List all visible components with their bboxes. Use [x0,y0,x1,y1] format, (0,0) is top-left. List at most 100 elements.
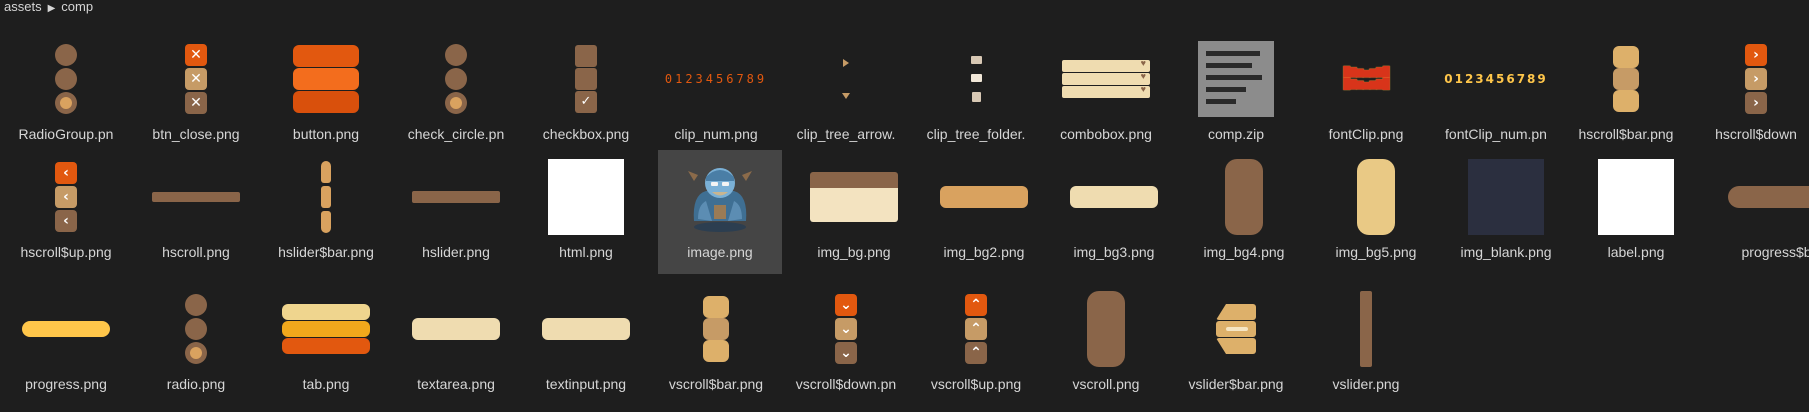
textinput-icon [524,282,648,376]
textarea-icon [394,282,518,376]
file-item[interactable]: vslider$bar.png [1174,282,1298,406]
file-item[interactable]: textarea.png [394,282,518,406]
file-item[interactable]: button.png [264,32,388,156]
scroll-up-icon: ⌃ ⌃ ⌃ [914,282,1038,376]
file-name: hscroll$bar.png [1578,126,1674,142]
file-item[interactable]: vscroll$bar.png [654,282,778,406]
progress-icon [4,282,128,376]
breadcrumb: assets ▶ comp [4,0,93,16]
file-item[interactable]: hscroll.png [134,150,258,274]
file-item[interactable]: hslider$bar.png [264,150,388,274]
scrollbar-icon [1564,32,1688,126]
font-clip-glyph-row: █▇▆▅▆▇█ [1343,67,1390,78]
file-item[interactable]: ‹ ‹ ‹ hscroll$up.png [4,150,128,274]
file-name: check_circle.pn [407,126,505,142]
file-name: btn_close.png [152,126,240,142]
zip-file-icon [1174,32,1298,126]
file-name: fontClip.png [1328,126,1404,142]
file-item[interactable]: vslider.png [1304,282,1428,406]
panel-bg-icon [792,150,916,244]
file-name: vslider.png [1332,376,1400,392]
file-name: RadioGroup.pn [18,126,114,142]
file-item[interactable]: ✓ checkbox.png [524,32,648,156]
file-name: image.png [687,244,753,260]
file-item[interactable]: ⌄ ⌄ ⌄ vscroll$down.pn [784,282,908,406]
file-name: progress.png [25,376,107,392]
file-item[interactable]: › › › hscroll$down [1694,32,1809,156]
file-item[interactable]: vscroll.png [1044,282,1168,406]
file-item[interactable]: img_bg2.png [922,150,1046,274]
file-item[interactable]: hscroll$bar.png [1564,32,1688,156]
file-item[interactable]: RadioGroup.pn [4,32,128,156]
file-item[interactable]: ♥ ♥ ♥ combobox.png [1044,32,1168,156]
file-item[interactable]: textinput.png [524,282,648,406]
file-name: hscroll$down [1715,126,1797,142]
file-name: vscroll.png [1072,376,1140,392]
digits-icon: 0123456789 [654,32,778,126]
file-name: img_bg4.png [1203,244,1285,260]
breadcrumb-current[interactable]: comp [61,0,93,14]
tab-icon [264,282,388,376]
scroll-down-icon: › › › [1694,32,1809,126]
file-name: clip_num.png [674,126,758,142]
file-item[interactable]: progress$bar [1704,150,1809,274]
rounded-bg-icon [1314,150,1438,244]
digits-text: 0123456789 [1444,72,1548,86]
file-name: hslider$bar.png [278,244,374,260]
radio-icon [134,282,258,376]
font-clip-icon: █▇▆▅▆▇█ █▇▆▅▆▇█ [1304,32,1428,126]
font-clip-glyph-row: █▇▆▅▆▇█ [1343,79,1390,90]
file-name: textarea.png [417,376,495,392]
font-digits-icon: 0123456789 [1434,32,1558,126]
file-item[interactable]: img_bg5.png [1314,150,1438,274]
file-name: fontClip_num.pn [1445,126,1547,142]
button-icon [264,32,388,126]
vscroll-icon [1044,282,1168,376]
blank-dark-icon [1444,150,1568,244]
file-item[interactable]: hslider.png [394,150,518,274]
checkbox-icon: ✓ [524,32,648,126]
file-item[interactable]: check_circle.pn [394,32,518,156]
file-name: vslider$bar.png [1188,376,1284,392]
file-item[interactable]: progress.png [4,282,128,406]
file-name: tab.png [302,376,350,392]
file-item[interactable]: █▇▆▅▆▇█ █▇▆▅▆▇█ fontClip.png [1304,32,1428,156]
file-name: img_blank.png [1460,244,1552,260]
file-name: vscroll$bar.png [668,376,764,392]
file-name: hscroll.png [162,244,230,260]
bar-bg-icon [1052,150,1176,244]
file-item-selected[interactable]: image.png [658,150,782,274]
file-item[interactable]: ⌃ ⌃ ⌃ vscroll$up.png [914,282,1038,406]
combobox-icon: ♥ ♥ ♥ [1044,32,1168,126]
file-name: button.png [292,126,360,142]
file-item[interactable]: 0123456789 fontClip_num.pn [1434,32,1558,156]
tree-arrow-icon [784,32,908,126]
file-name: label.png [1607,244,1665,260]
file-item[interactable]: clip_tree_folder. [914,32,1038,156]
file-item[interactable]: radio.png [134,282,258,406]
file-item[interactable]: clip_tree_arrow. [784,32,908,156]
file-item[interactable]: ✕ ✕ ✕ btn_close.png [134,32,258,156]
file-item[interactable]: img_bg4.png [1182,150,1306,274]
file-item[interactable]: label.png [1574,150,1698,274]
digits-text: 0123456789 [664,72,768,86]
file-item[interactable]: html.png [524,150,648,274]
file-item[interactable]: 0123456789 clip_num.png [654,32,778,156]
file-name: img_bg5.png [1335,244,1417,260]
file-item[interactable]: img_blank.png [1444,150,1568,274]
tree-folder-icon [914,32,1038,126]
close-button-icon: ✕ ✕ ✕ [134,32,258,126]
file-name: html.png [559,244,613,260]
file-name: comp.zip [1207,126,1265,142]
file-item[interactable]: img_bg3.png [1052,150,1176,274]
bar-bg-icon [922,150,1046,244]
file-name: vscroll$up.png [930,376,1022,392]
scroll-up-icon: ‹ ‹ ‹ [4,150,128,244]
breadcrumb-root[interactable]: assets [4,0,42,14]
file-item[interactable]: comp.zip [1174,32,1298,156]
file-name: clip_tree_arrow. [796,126,896,142]
file-item[interactable]: tab.png [264,282,388,406]
slider-bar-icon [1174,282,1298,376]
file-item[interactable]: img_bg.png [792,150,916,274]
file-name: combobox.png [1060,126,1152,142]
